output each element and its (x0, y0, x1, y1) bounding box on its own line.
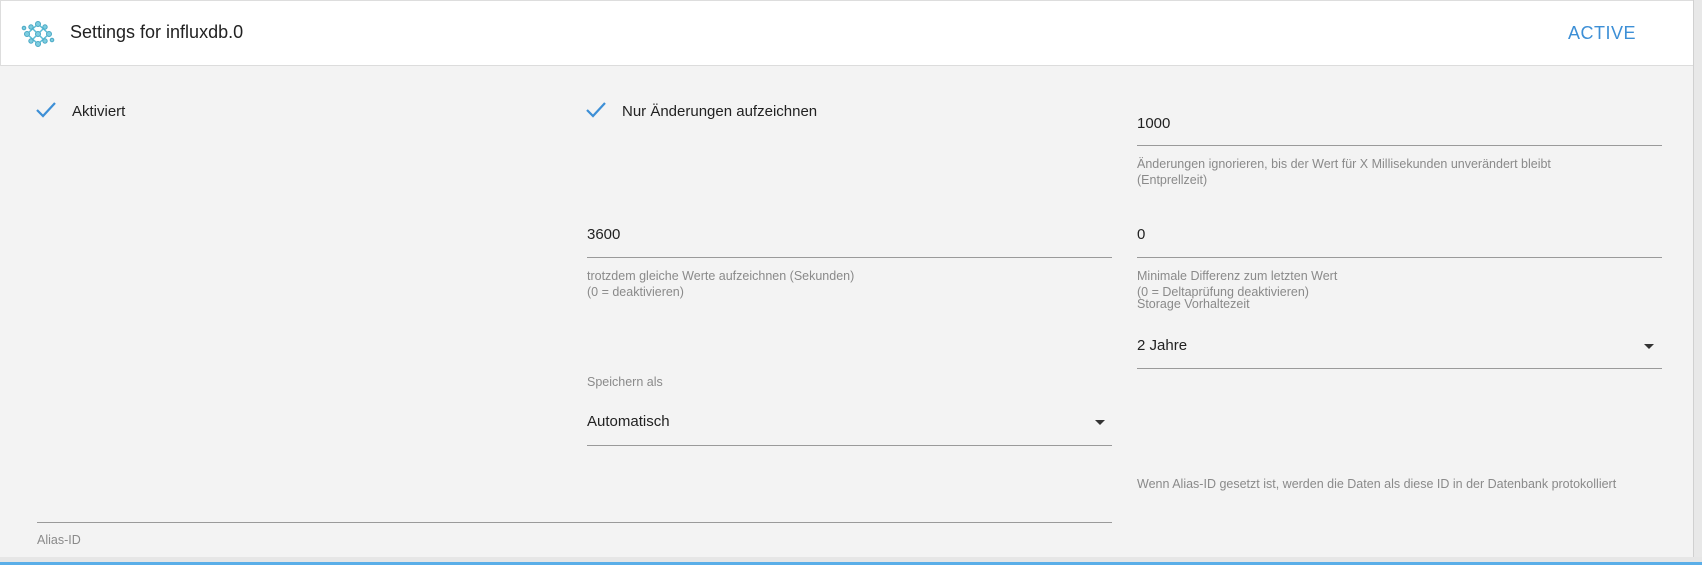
store-as-value: Automatisch (587, 413, 670, 430)
influxdb-logo-icon (21, 21, 55, 47)
min-diff-help-line: Minimale Differenz zum letzten Wert (1137, 269, 1338, 283)
changes-only-label: Nur Änderungen aufzeichnen (622, 103, 818, 120)
alias-id-input[interactable] (37, 492, 1112, 522)
change-interval-help-line: (0 = deaktivieren) (587, 285, 684, 299)
dialog-title: Settings for influxdb.0 (70, 22, 244, 42)
min-diff-underline (1137, 257, 1662, 258)
store-as-select[interactable]: Automatisch (587, 406, 1112, 445)
alias-id-underline (37, 522, 1112, 523)
status-badge: ACTIVE (1568, 23, 1637, 43)
dialog-bottom-bar (0, 557, 1702, 565)
enabled-label: Aktiviert (72, 103, 126, 120)
retention-label: Storage Vorhaltezeit (1137, 297, 1250, 311)
alias-help: Wenn Alias-ID gesetzt ist, werden die Da… (1137, 477, 1617, 491)
retention-select[interactable]: 2 Jahre (1137, 330, 1662, 368)
change-interval-underline (587, 257, 1112, 258)
retention-value: 2 Jahre (1137, 337, 1188, 354)
debounce-underline (1137, 145, 1662, 146)
scrollbar[interactable] (1693, 0, 1702, 557)
store-as-underline (587, 445, 1112, 446)
store-as-label: Speichern als (587, 375, 663, 389)
change-interval-help-line: trotzdem gleiche Werte aufzeichnen (Seku… (587, 269, 855, 283)
debounce-help-line: Änderungen ignorieren, bis der Wert für … (1137, 157, 1551, 171)
alias-id-label: Alias-ID (37, 533, 81, 547)
dropdown-arrow-icon (1095, 420, 1105, 425)
retention-underline (1137, 368, 1662, 369)
dialog-header: Settings for influxdb.0 ACTIVE (0, 0, 1694, 66)
debounce-help: Änderungen ignorieren, bis der Wert für … (1137, 156, 1551, 188)
change-interval-help: trotzdem gleiche Werte aufzeichnen (Seku… (587, 268, 854, 300)
dropdown-arrow-icon (1644, 344, 1654, 349)
checkmark-icon (586, 102, 606, 118)
debounce-help-line: (Entprellzeit) (1137, 173, 1208, 187)
debounce-input[interactable]: 1000 (1137, 115, 1662, 132)
change-interval-input[interactable]: 3600 (587, 226, 1112, 243)
checkmark-icon (36, 102, 56, 118)
min-diff-input[interactable]: 0 (1137, 226, 1662, 243)
